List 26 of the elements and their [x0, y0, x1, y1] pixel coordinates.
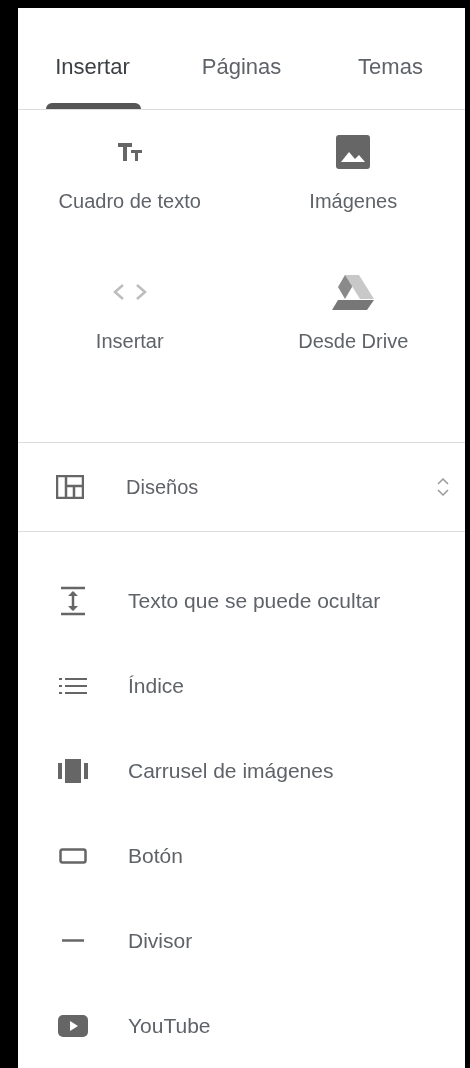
list-icon [59, 677, 87, 694]
insert-tile[interactable]: Imágenes [241, 130, 465, 270]
layout-grid-icon [56, 475, 84, 499]
component-item[interactable]: Carrusel de imágenes [18, 728, 465, 813]
layouts-dropdown[interactable]: Diseños [18, 443, 465, 532]
component-item[interactable]: Botón [18, 813, 465, 898]
tab[interactable]: Insertar [18, 8, 167, 109]
play-icon [58, 1014, 88, 1037]
expand-vertical-icon [60, 585, 86, 616]
horizontal-line-icon [62, 939, 84, 942]
image-icon [336, 135, 371, 169]
component-item[interactable]: Texto que se puede ocultar [18, 558, 465, 643]
tab[interactable]: Temas [316, 8, 465, 109]
component-item[interactable]: Índice [18, 643, 465, 728]
up-down-chevron-icon [437, 477, 449, 497]
triangle-logo-icon [331, 274, 376, 310]
component-item[interactable]: YouTube [18, 983, 465, 1068]
insert-tile[interactable]: Insertar [18, 270, 242, 410]
insert-tile[interactable]: Desde Drive [241, 270, 465, 410]
rectangle-icon [59, 847, 87, 864]
text-size-icon [116, 142, 143, 162]
code-brackets-icon [111, 283, 148, 301]
component-item[interactable]: Divisor [18, 898, 465, 983]
carousel-icon [58, 758, 88, 783]
insert-tile[interactable]: Cuadro de texto [18, 130, 242, 270]
tab[interactable]: Páginas [167, 8, 316, 109]
